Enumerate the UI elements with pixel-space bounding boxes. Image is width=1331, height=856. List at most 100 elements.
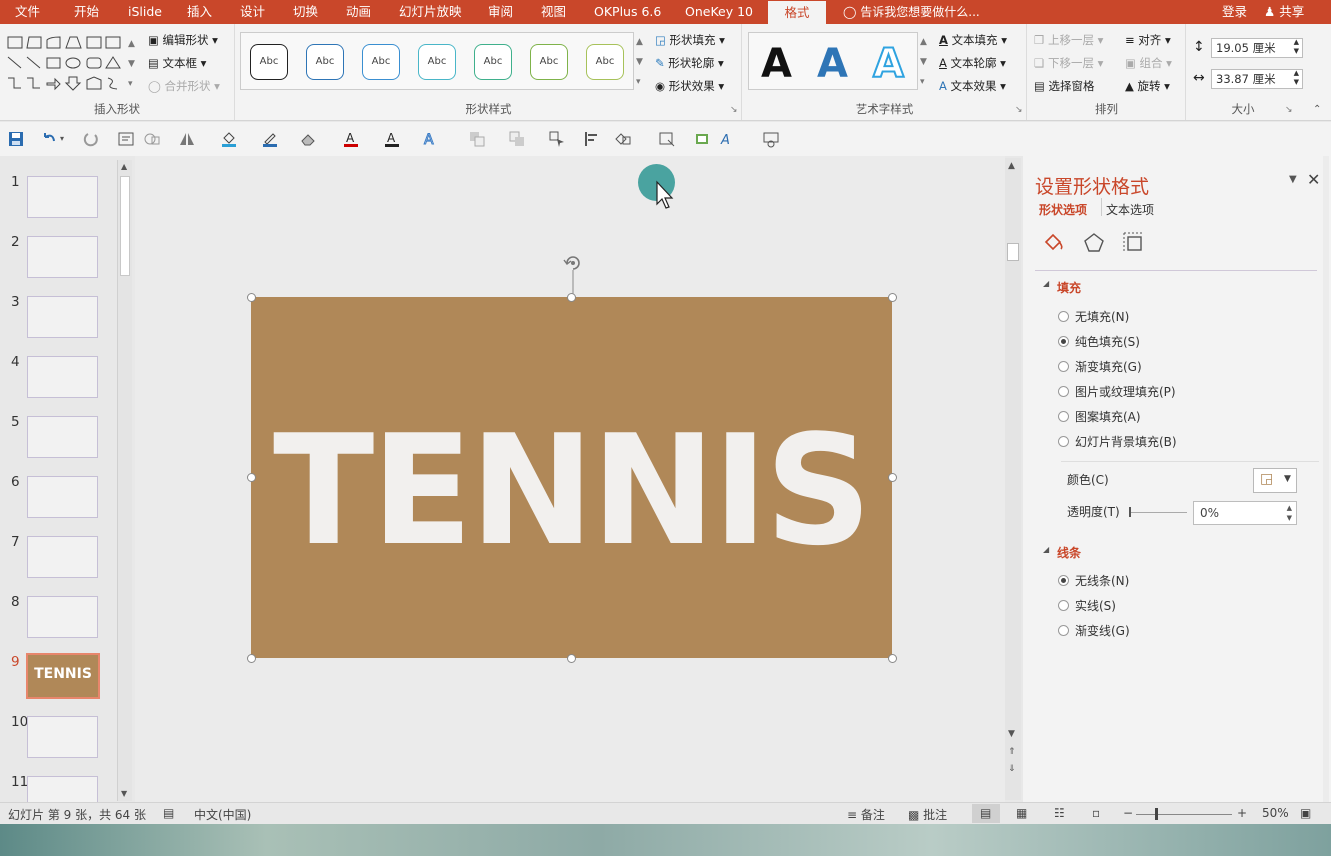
- menu-transitions[interactable]: 切换: [293, 0, 318, 24]
- align-icon-qat[interactable]: [583, 130, 601, 148]
- slide-thumbnail[interactable]: [27, 296, 98, 338]
- wordart-style-black[interactable]: A: [761, 38, 792, 90]
- menu-view[interactable]: 视图: [541, 0, 566, 24]
- spellcheck-icon[interactable]: ▤: [163, 806, 174, 820]
- tab-text-options[interactable]: 文本选项: [1106, 201, 1154, 218]
- line-option[interactable]: 无线条(N): [1058, 572, 1129, 590]
- canvas-scroll-down-icon[interactable]: ▼: [1008, 729, 1015, 739]
- text-effect-button[interactable]: A 文本效果 ▾: [939, 76, 1006, 96]
- shapes-more[interactable]: ▾: [128, 74, 133, 94]
- line-option[interactable]: 实线(S): [1058, 597, 1116, 615]
- line-section-header[interactable]: 线条: [1057, 544, 1081, 561]
- width-spinner-icon[interactable]: ▲ ▼: [1294, 69, 1299, 87]
- text-outline-button[interactable]: A 文本轮廓 ▾: [939, 53, 1006, 73]
- shape-style-1[interactable]: Abc: [250, 44, 288, 80]
- canvas-scroll-thumb[interactable]: [1007, 243, 1019, 261]
- shape-fill-button[interactable]: ◲ 形状填充 ▾: [655, 30, 725, 50]
- fill-option[interactable]: 图片或纹理填充(P): [1058, 383, 1176, 401]
- shape-style-3[interactable]: Abc: [362, 44, 400, 80]
- collapse-ribbon-icon[interactable]: ⌃: [1313, 100, 1321, 120]
- tell-me-search[interactable]: ◯ 告诉我您想要做什么...: [843, 0, 980, 24]
- wordart-scroll-up[interactable]: ▲: [920, 32, 927, 52]
- align-button[interactable]: ≡ 对齐 ▾: [1125, 30, 1171, 50]
- menu-review[interactable]: 审阅: [488, 0, 513, 24]
- comments-button[interactable]: ▩ 批注: [908, 806, 947, 823]
- color-picker-button[interactable]: ◲ ▼: [1253, 468, 1297, 493]
- zoom-slider-track[interactable]: [1136, 814, 1232, 815]
- resize-handle[interactable]: [887, 473, 897, 482]
- pane-close-icon[interactable]: ✕: [1307, 170, 1320, 189]
- save-icon[interactable]: [7, 130, 25, 148]
- shape-effect-button[interactable]: ◉ 形状效果 ▾: [655, 76, 724, 96]
- thumb-scroll-thumb[interactable]: [120, 176, 130, 276]
- canvas-scrollbar[interactable]: ▲ ▼ ⇑ ⇓: [1005, 158, 1021, 800]
- slide-thumbnail[interactable]: [27, 716, 98, 758]
- text-effect-icon-qat[interactable]: A: [421, 130, 439, 149]
- fill-line-icon[interactable]: [1040, 230, 1066, 256]
- present-icon-qat[interactable]: [762, 130, 780, 148]
- fit-to-window-icon[interactable]: ▣: [1300, 806, 1311, 820]
- undo-icon[interactable]: [40, 130, 58, 148]
- thumb-scroll-up-icon[interactable]: ▲: [121, 162, 127, 171]
- line-option[interactable]: 渐变线(G): [1058, 622, 1130, 640]
- normal-view-button[interactable]: ▤: [972, 804, 1000, 823]
- textbox-icon-qat[interactable]: [117, 130, 135, 148]
- login-button[interactable]: 登录: [1222, 0, 1247, 24]
- wordart-scroll-down[interactable]: ▼: [920, 52, 927, 72]
- resize-handle[interactable]: [246, 653, 256, 663]
- transparency-slider-track[interactable]: [1129, 512, 1187, 513]
- textbox-button[interactable]: ▤ 文本框 ▾: [148, 53, 206, 73]
- notes-button[interactable]: ≡ 备注: [847, 806, 885, 823]
- styles-more[interactable]: ▾: [636, 72, 641, 92]
- wordart-more[interactable]: ▾: [920, 72, 925, 92]
- slideshow-view-icon[interactable]: ▫: [1092, 806, 1100, 820]
- fill-option[interactable]: 渐变填充(G): [1058, 358, 1142, 376]
- height-spinner-icon[interactable]: ▲ ▼: [1294, 38, 1299, 56]
- tennis-shape[interactable]: TENNIS: [251, 297, 892, 658]
- share-button[interactable]: ♟ 共享: [1264, 0, 1304, 24]
- fill-option[interactable]: 幻灯片背景填充(B): [1058, 433, 1177, 451]
- slide-thumbnail[interactable]: [27, 236, 98, 278]
- line-collapse-icon[interactable]: ◢: [1043, 545, 1049, 554]
- resize-handle[interactable]: [246, 473, 256, 482]
- menu-slideshow[interactable]: 幻灯片放映: [399, 0, 462, 24]
- fill-section-header[interactable]: 填充: [1057, 279, 1081, 296]
- size-properties-icon[interactable]: [1121, 230, 1147, 256]
- fill-color-icon[interactable]: [220, 130, 238, 148]
- shapes-gallery[interactable]: [5, 34, 127, 92]
- fill-collapse-icon[interactable]: ◢: [1043, 279, 1049, 288]
- font-color-icon[interactable]: A: [342, 130, 360, 148]
- zoom-slider-thumb[interactable]: [1155, 808, 1158, 820]
- layer-icon-qat[interactable]: [693, 130, 711, 148]
- pane-scrollbar[interactable]: [1323, 156, 1329, 802]
- menu-okplus[interactable]: OKPlus 6.6: [594, 0, 661, 24]
- slide-sorter-icon[interactable]: ▦: [1016, 806, 1027, 820]
- shape-style-6[interactable]: Abc: [530, 44, 568, 80]
- shape-outline-button[interactable]: ✎ 形状轮廓 ▾: [655, 53, 724, 73]
- slide-thumbnail[interactable]: [27, 416, 98, 458]
- menu-file[interactable]: 文件: [15, 0, 40, 24]
- shapes-scroll-down[interactable]: ▼: [128, 54, 135, 74]
- slide-thumbnail[interactable]: [27, 356, 98, 398]
- wordart-style-blue[interactable]: A: [817, 38, 848, 90]
- shape-style-5[interactable]: Abc: [474, 44, 512, 80]
- shape-style-2[interactable]: Abc: [306, 44, 344, 80]
- rotate-button[interactable]: ▲ 旋转 ▾: [1125, 76, 1170, 96]
- menu-islide[interactable]: iSlide: [128, 0, 162, 24]
- selection-icon-qat[interactable]: [548, 130, 566, 148]
- text-fill-button[interactable]: A 文本填充 ▾: [939, 30, 1007, 50]
- thumb-scroll-down-icon[interactable]: ▼: [121, 789, 127, 798]
- menu-insert[interactable]: 插入: [187, 0, 212, 24]
- styles-scroll-down[interactable]: ▼: [636, 52, 643, 72]
- rotate-handle-icon[interactable]: [561, 250, 585, 298]
- shape-style-4[interactable]: Abc: [418, 44, 456, 80]
- thumbnail-scrollbar[interactable]: ▲ ▼: [117, 160, 132, 801]
- fill-option[interactable]: 图案填充(A): [1058, 408, 1141, 426]
- bring-forward-icon-qat[interactable]: [468, 130, 486, 148]
- flip-icon-qat[interactable]: [178, 130, 196, 148]
- slide-thumbnail[interactable]: [27, 536, 98, 578]
- next-slide-icon[interactable]: ⇓: [1008, 764, 1016, 774]
- fill-option[interactable]: 无填充(N): [1058, 308, 1129, 326]
- slide-thumbnail[interactable]: [27, 176, 98, 218]
- zoom-level[interactable]: 50%: [1262, 806, 1289, 820]
